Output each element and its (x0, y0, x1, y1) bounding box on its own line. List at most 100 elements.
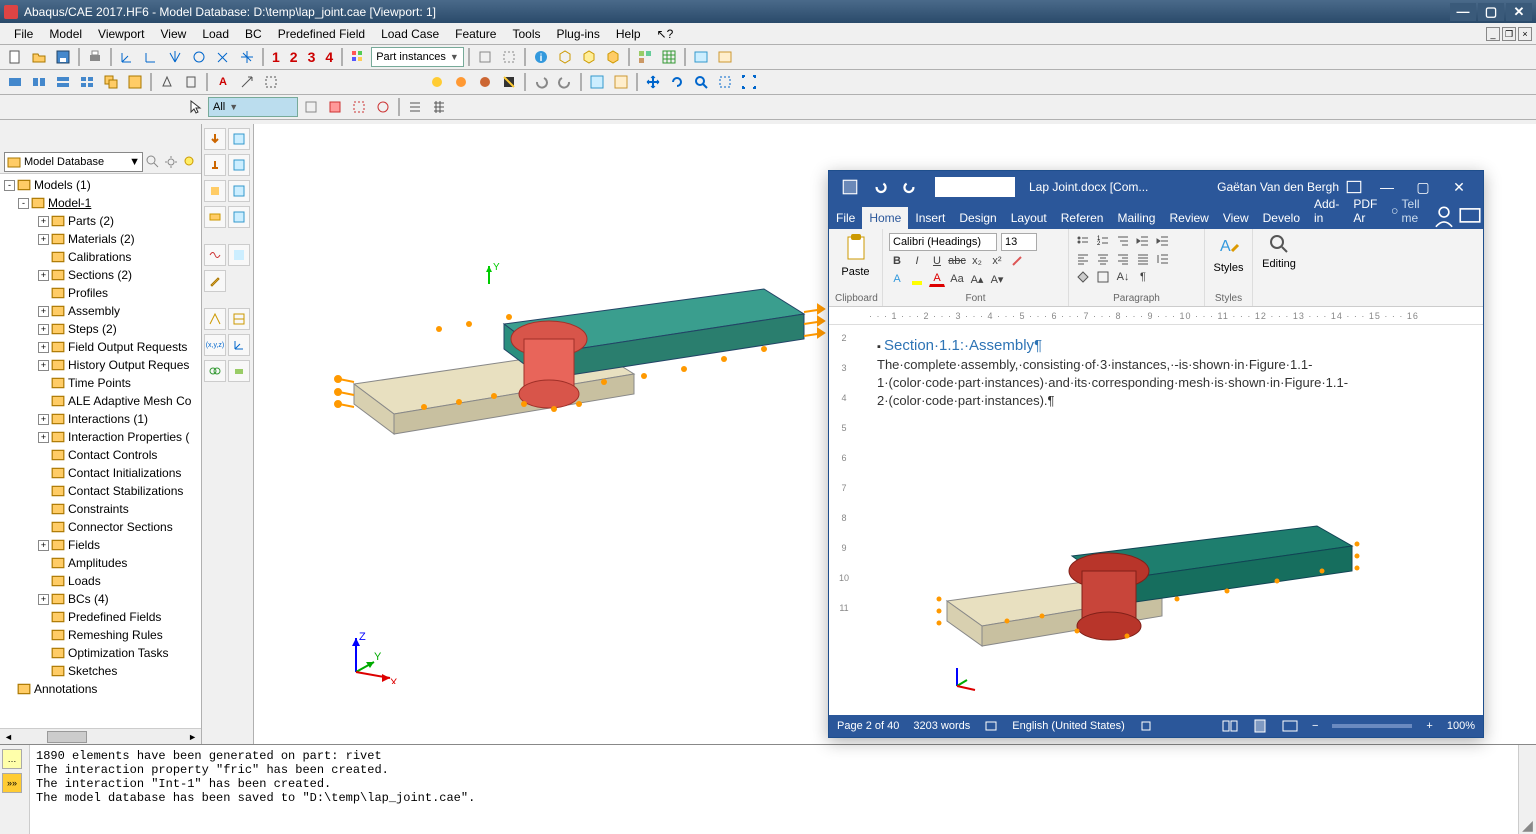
view-read-icon[interactable] (1222, 719, 1238, 733)
tree-item[interactable]: Connector Sections (0, 518, 201, 536)
word-tab-design[interactable]: Design (952, 207, 1003, 229)
csys-3-icon[interactable] (164, 46, 186, 68)
color-code-combo[interactable]: Part instances▼ (371, 47, 464, 67)
tree-expand-icon[interactable]: + (38, 324, 49, 335)
word-tab-file[interactable]: File (829, 207, 862, 229)
tree-expand-icon[interactable]: + (38, 270, 49, 281)
tree-item[interactable]: Loads (0, 572, 201, 590)
word-undo-icon[interactable] (871, 178, 889, 196)
tree-item[interactable]: -Models (1) (0, 176, 201, 194)
align-right-icon[interactable] (1115, 251, 1131, 267)
tree-item[interactable]: +Sections (2) (0, 266, 201, 284)
tree-item[interactable]: Amplitudes (0, 554, 201, 572)
font-size-combo[interactable]: 13 (1001, 233, 1037, 251)
word-comments-icon[interactable] (1457, 205, 1483, 229)
vp-cascade-icon[interactable] (100, 71, 122, 93)
tree-item[interactable]: +Materials (2) (0, 230, 201, 248)
menu-feature[interactable]: Feature (447, 25, 504, 43)
find-icon[interactable] (1268, 233, 1290, 255)
sort-icon[interactable]: A↓ (1115, 269, 1131, 285)
word-quick-search[interactable] (935, 177, 1015, 197)
menu-model[interactable]: Model (41, 25, 90, 43)
close-button[interactable]: ✕ (1506, 3, 1532, 21)
create-load-icon[interactable] (426, 71, 448, 93)
menu-file[interactable]: File (6, 25, 41, 43)
tree-expand-icon[interactable]: + (38, 414, 49, 425)
menu-load[interactable]: Load (194, 25, 237, 43)
assembly-display-icon[interactable] (634, 46, 656, 68)
tree-item[interactable]: ALE Adaptive Mesh Co (0, 392, 201, 410)
selection-filter-combo[interactable]: All▼ (208, 97, 298, 117)
word-share-icon[interactable] (1431, 205, 1457, 229)
sel-opt1-icon[interactable] (300, 96, 322, 118)
predef-manager-icon[interactable] (228, 180, 250, 202)
underline-icon[interactable]: U (929, 253, 945, 269)
annotation-edit-icon[interactable] (260, 71, 282, 93)
shading-icon[interactable] (1075, 269, 1091, 285)
model-database-combo[interactable]: Model Database ▼ (4, 152, 143, 172)
tree-expand-icon[interactable]: - (4, 180, 15, 191)
view-4-button[interactable]: 4 (321, 49, 337, 65)
info-icon[interactable]: i (530, 46, 552, 68)
surface-tool-icon[interactable] (228, 360, 250, 382)
tree-expand-icon[interactable]: - (18, 198, 29, 209)
select-arrow-icon[interactable] (184, 96, 206, 118)
csys-tool-icon[interactable] (228, 334, 250, 356)
set-tool-icon[interactable] (204, 360, 226, 382)
tree-expand-icon[interactable]: + (38, 432, 49, 443)
csys-1-icon[interactable] (116, 46, 138, 68)
clear-format-icon[interactable] (1009, 253, 1025, 269)
line-spacing-icon[interactable] (1155, 251, 1171, 267)
query-icon[interactable] (586, 71, 608, 93)
annotation-text-icon[interactable]: A (212, 71, 234, 93)
grow-font-icon[interactable]: A▴ (969, 271, 985, 287)
numbering-icon[interactable]: 12 (1095, 233, 1111, 249)
word-vertical-ruler[interactable]: 234567891011 (835, 325, 853, 715)
strike-icon[interactable]: abc (949, 253, 965, 269)
word-redo-icon[interactable] (901, 178, 919, 196)
tree-item[interactable]: Constraints (0, 500, 201, 518)
csys-6-icon[interactable] (236, 46, 258, 68)
tree-expand-icon[interactable]: + (38, 216, 49, 227)
pan-icon[interactable] (642, 71, 664, 93)
font-color-icon[interactable]: A (929, 271, 945, 287)
zoom-icon[interactable] (690, 71, 712, 93)
zoom-in-button[interactable]: + (1426, 720, 1432, 732)
edit-tool-icon[interactable] (204, 270, 226, 292)
word-tab-view[interactable]: View (1216, 207, 1256, 229)
sel-opt3-icon[interactable] (348, 96, 370, 118)
change-case-icon[interactable]: Aa (949, 271, 965, 287)
word-tell-me[interactable]: Tell me (1385, 193, 1431, 229)
save-icon[interactable] (52, 46, 74, 68)
editing-label[interactable]: Editing (1259, 258, 1299, 270)
vp2-icon[interactable] (28, 71, 50, 93)
resize-grip-icon[interactable]: ◢ (1518, 745, 1536, 834)
box1-icon[interactable] (554, 46, 576, 68)
tree-item[interactable]: -Model-1 (0, 194, 201, 212)
tree-item[interactable]: +Steps (2) (0, 320, 201, 338)
decrease-indent-icon[interactable] (1135, 233, 1151, 249)
display-group-icon[interactable] (610, 71, 632, 93)
maximize-button[interactable]: ▢ (1478, 3, 1504, 21)
tree-item[interactable]: +Interaction Properties ( (0, 428, 201, 446)
show-marks-icon[interactable]: ¶ (1135, 269, 1151, 285)
status-words[interactable]: 3203 words (913, 720, 970, 732)
word-tab-insert[interactable]: Insert (908, 207, 952, 229)
highlight-icon[interactable] (909, 271, 925, 287)
tree-item[interactable]: +Fields (0, 536, 201, 554)
word-tab-home[interactable]: Home (862, 207, 908, 229)
tree-item[interactable]: Profiles (0, 284, 201, 302)
menu-view[interactable]: View (153, 25, 195, 43)
csys-4-icon[interactable] (188, 46, 210, 68)
word-document-area[interactable]: 234567891011 ▪ Section·1.1:·Assembly¶ Th… (829, 325, 1483, 715)
tree-expand-icon[interactable]: + (38, 306, 49, 317)
tree-item[interactable]: +BCs (4) (0, 590, 201, 608)
tree-item[interactable]: +Interactions (1) (0, 410, 201, 428)
bc-manager-icon[interactable] (228, 154, 250, 176)
view-print-icon[interactable] (1252, 719, 1268, 733)
view-1-button[interactable]: 1 (268, 49, 284, 65)
print-icon[interactable] (84, 46, 106, 68)
menu-bc[interactable]: BC (237, 25, 270, 43)
open-icon[interactable] (28, 46, 50, 68)
sel-opt4-icon[interactable] (372, 96, 394, 118)
